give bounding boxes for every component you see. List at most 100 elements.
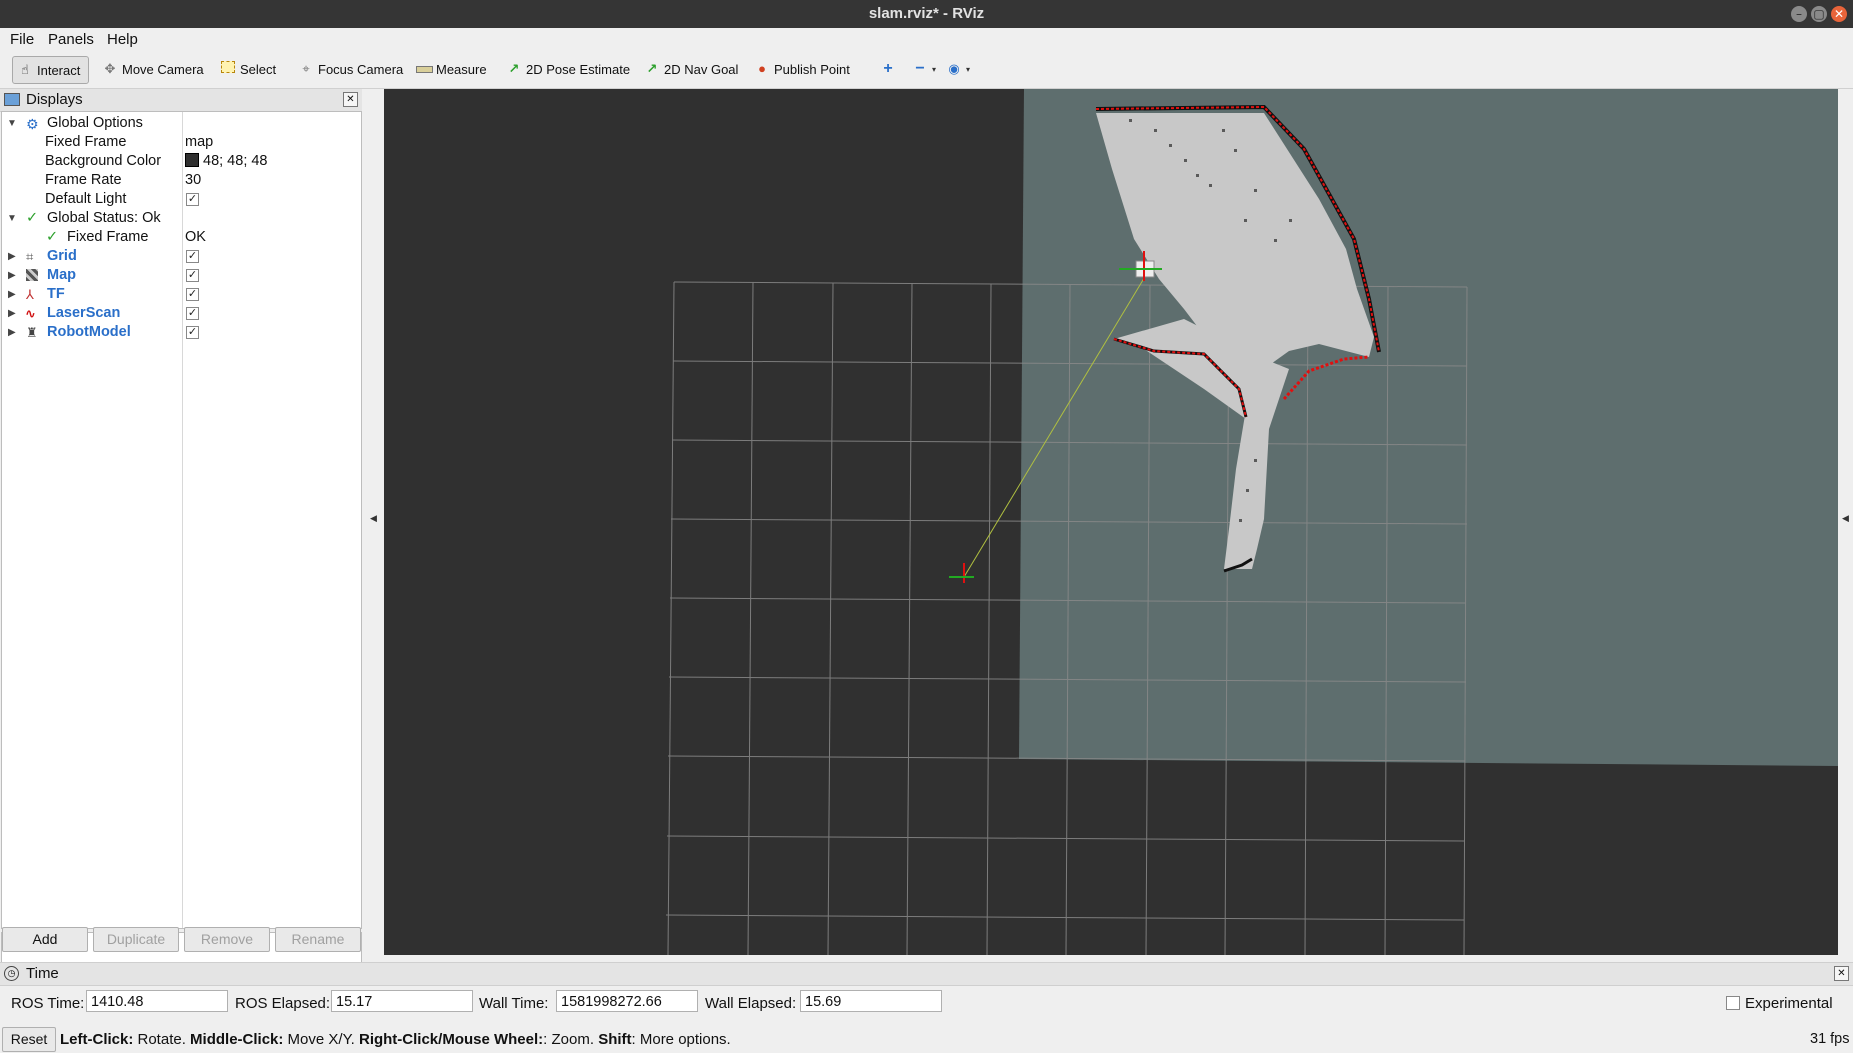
check-icon: ✓ bbox=[46, 229, 59, 245]
select-box-icon bbox=[220, 61, 236, 77]
pose-estimate-button[interactable]: ↗ 2D Pose Estimate bbox=[506, 56, 631, 82]
wall-time-field[interactable]: 1581998272.66 bbox=[556, 990, 698, 1012]
experimental-label: Experimental bbox=[1745, 995, 1833, 1012]
default-light-label: Default Light bbox=[45, 191, 127, 207]
focus-camera-button[interactable]: ⌖ Focus Camera bbox=[298, 56, 403, 82]
laserscan-checkbox[interactable]: ✓ bbox=[186, 307, 199, 320]
displays-panel: Displays ✕ ▼ ⚙ Global Options Fixed Fram… bbox=[0, 89, 362, 1009]
reset-button[interactable]: Reset bbox=[2, 1027, 56, 1052]
time-title: Time bbox=[26, 965, 59, 982]
left-splitter[interactable]: ◀ bbox=[362, 89, 384, 955]
duplicate-button[interactable]: Duplicate bbox=[93, 927, 179, 952]
close-icon[interactable]: ✕ bbox=[1831, 6, 1847, 22]
dropdown-icon: ▾ bbox=[932, 64, 937, 74]
experimental-checkbox[interactable] bbox=[1726, 996, 1740, 1010]
wall-elapsed-field[interactable]: 15.69 bbox=[800, 990, 942, 1012]
status-help-text: Left-Click: Rotate. Middle-Click: Move X… bbox=[60, 1031, 731, 1048]
remove-button[interactable]: Remove bbox=[184, 927, 270, 952]
nav-goal-button[interactable]: ↗ 2D Nav Goal bbox=[644, 56, 739, 82]
menu-bar: File Panels Help bbox=[0, 28, 1853, 50]
tree-row-tf[interactable]: ▶ ⅄ TF ✓ bbox=[2, 285, 361, 304]
map-display-label: Map bbox=[47, 267, 76, 283]
tree-row-fixed-frame[interactable]: Fixed Frame map bbox=[2, 133, 361, 152]
map-icon bbox=[26, 269, 38, 281]
add-tool-button[interactable]: + bbox=[880, 56, 900, 82]
fixed-frame-value[interactable]: map bbox=[185, 133, 213, 152]
tree-row-map[interactable]: ▶ Map ✓ bbox=[2, 266, 361, 285]
check-icon: ✓ bbox=[26, 210, 39, 226]
collapsed-arrow-icon[interactable]: ▶ bbox=[8, 247, 18, 266]
remove-tool-button[interactable]: − ▾ bbox=[912, 56, 936, 82]
select-button[interactable]: Select bbox=[220, 56, 276, 82]
move-camera-button[interactable]: ✥ Move Camera bbox=[102, 56, 204, 82]
minus-icon: − bbox=[915, 60, 925, 77]
select-label: Select bbox=[240, 61, 277, 77]
publish-point-label: Publish Point bbox=[774, 61, 850, 77]
background-color-value-cell[interactable]: 48; 48; 48 bbox=[185, 152, 268, 171]
right-splitter[interactable]: ◀ bbox=[1838, 89, 1853, 955]
expand-arrow-icon[interactable]: ▼ bbox=[7, 114, 17, 133]
tree-row-laserscan[interactable]: ▶ ∿ LaserScan ✓ bbox=[2, 304, 361, 323]
publish-point-button[interactable]: ● Publish Point bbox=[754, 56, 850, 82]
move-arrows-icon: ✥ bbox=[104, 61, 116, 76]
close-icon[interactable]: ✕ bbox=[343, 92, 358, 107]
tree-row-status-fixed-frame[interactable]: ✓ Fixed Frame OK bbox=[2, 228, 361, 247]
tree-row-background-color[interactable]: Background Color 48; 48; 48 bbox=[2, 152, 361, 171]
middle-click-desc: Move X/Y. bbox=[283, 1031, 359, 1048]
background-color-label: Background Color bbox=[45, 153, 162, 169]
collapsed-arrow-icon[interactable]: ▶ bbox=[8, 323, 18, 342]
menu-panels[interactable]: Panels bbox=[48, 31, 94, 48]
displays-title: Displays bbox=[26, 91, 83, 108]
collapsed-arrow-icon[interactable]: ▶ bbox=[8, 266, 18, 285]
green-arrow-icon: ↗ bbox=[646, 61, 658, 76]
right-click-key: Right-Click/Mouse Wheel: bbox=[358, 1031, 544, 1048]
robotmodel-display-label: RobotModel bbox=[47, 324, 131, 340]
tf-checkbox[interactable]: ✓ bbox=[186, 288, 199, 301]
status-fixed-frame-label: Fixed Frame bbox=[67, 229, 149, 245]
robotmodel-checkbox[interactable]: ✓ bbox=[186, 326, 199, 339]
fps-readout: 31 fps bbox=[1810, 1031, 1850, 1047]
collapse-right-icon[interactable]: ◀ bbox=[1842, 513, 1849, 524]
tree-row-robotmodel[interactable]: ▶ ♜ RobotModel ✓ bbox=[2, 323, 361, 342]
frame-rate-value[interactable]: 30 bbox=[185, 171, 201, 190]
tree-row-frame-rate[interactable]: Frame Rate 30 bbox=[2, 171, 361, 190]
render-viewport[interactable] bbox=[384, 89, 1838, 955]
maximize-icon[interactable]: ▢ bbox=[1811, 6, 1827, 22]
add-button[interactable]: Add bbox=[2, 927, 88, 952]
tf-display-label: TF bbox=[47, 286, 65, 302]
grid-checkbox[interactable]: ✓ bbox=[186, 250, 199, 263]
ros-elapsed-label: ROS Elapsed: bbox=[235, 995, 331, 1012]
time-panel: ◷ Time ✕ ROS Time: 1410.48 ROS Elapsed: … bbox=[0, 962, 1853, 1053]
tree-row-global-options[interactable]: ▼ ⚙ Global Options bbox=[2, 114, 361, 133]
monitor-icon bbox=[4, 93, 20, 106]
close-icon[interactable]: ✕ bbox=[1834, 966, 1849, 981]
interact-button[interactable]: ☝ Interact bbox=[12, 56, 90, 84]
ros-elapsed-field[interactable]: 15.17 bbox=[331, 990, 473, 1012]
collapse-left-icon[interactable]: ◀ bbox=[370, 513, 377, 524]
scene-svg[interactable] bbox=[384, 89, 1838, 955]
tree-row-grid[interactable]: ▶ ⌗ Grid ✓ bbox=[2, 247, 361, 266]
ros-time-field[interactable]: 1410.48 bbox=[86, 990, 228, 1012]
rename-button[interactable]: Rename bbox=[275, 927, 361, 952]
default-light-checkbox[interactable]: ✓ bbox=[186, 193, 199, 206]
view-tool-button[interactable]: ◉ ▾ bbox=[946, 56, 970, 82]
tree-row-global-status[interactable]: ▼ ✓ Global Status: Ok bbox=[2, 209, 361, 228]
menu-help[interactable]: Help bbox=[107, 31, 138, 48]
grid-icon: ⌗ bbox=[26, 249, 34, 264]
collapsed-arrow-icon[interactable]: ▶ bbox=[8, 304, 18, 323]
shift-key: Shift bbox=[598, 1031, 632, 1048]
collapsed-arrow-icon[interactable]: ▶ bbox=[8, 285, 18, 304]
wall-time-label: Wall Time: bbox=[479, 995, 549, 1012]
robot-icon: ♜ bbox=[26, 325, 38, 340]
background-color-value: 48; 48; 48 bbox=[203, 153, 268, 169]
tree-row-default-light[interactable]: Default Light ✓ bbox=[2, 190, 361, 209]
wall-elapsed-label: Wall Elapsed: bbox=[705, 995, 797, 1012]
ruler-icon bbox=[416, 61, 433, 77]
menu-file[interactable]: File bbox=[10, 31, 34, 48]
map-checkbox[interactable]: ✓ bbox=[186, 269, 199, 282]
measure-button[interactable]: Measure bbox=[416, 56, 487, 82]
map-pin-icon: ● bbox=[758, 61, 766, 76]
expand-arrow-icon[interactable]: ▼ bbox=[7, 209, 17, 228]
minimize-icon[interactable]: – bbox=[1791, 6, 1807, 22]
global-status-label: Global Status: Ok bbox=[47, 210, 161, 226]
